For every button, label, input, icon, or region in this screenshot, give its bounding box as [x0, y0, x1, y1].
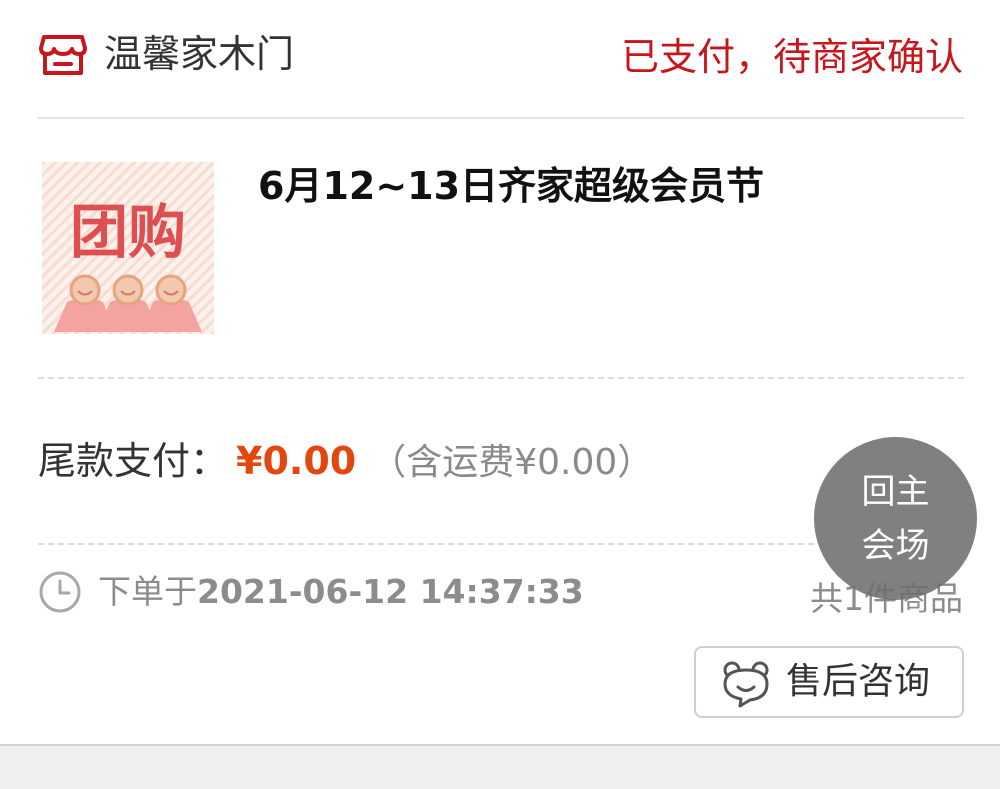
payment-amount: ¥0.00: [236, 439, 357, 483]
float-button-label-1: 回主: [861, 472, 930, 512]
after-sale-button[interactable]: 售后咨询: [694, 646, 964, 718]
back-to-main-venue-button[interactable]: 回主 会场: [814, 437, 977, 600]
order-time-value: 2021-06-12 14:37:33: [197, 572, 584, 611]
store-name[interactable]: 温馨家木门: [104, 28, 294, 80]
header-divider: [38, 117, 964, 119]
store-icon: [39, 35, 87, 75]
group-people-icon: [54, 274, 202, 332]
product-divider: [38, 377, 964, 379]
order-time: 下单于2021-06-12 14:37:33: [98, 567, 584, 617]
order-time-label: 下单于: [98, 572, 197, 611]
payment-label: 尾款支付：: [38, 439, 229, 483]
order-status: 已支付，待商家确认: [620, 35, 963, 79]
order-card-header: 温馨家木门 已支付，待商家确认: [0, 0, 1000, 118]
bottom-separator: [0, 744, 1000, 789]
product-title[interactable]: 6月12~13日齐家超级会员节: [258, 160, 764, 212]
service-bear-icon: [723, 661, 769, 708]
payment-row: 尾款支付： ¥0.00 （含运费¥0.00）: [38, 432, 653, 490]
after-sale-label: 售后咨询: [786, 661, 931, 702]
product-thumbnail[interactable]: 团购: [42, 162, 214, 334]
clock-icon: [39, 571, 81, 613]
shipping-note: （含运费¥0.00）: [370, 442, 654, 483]
thumbnail-text: 团购: [70, 198, 186, 266]
float-button-label-2: 会场: [861, 526, 930, 566]
